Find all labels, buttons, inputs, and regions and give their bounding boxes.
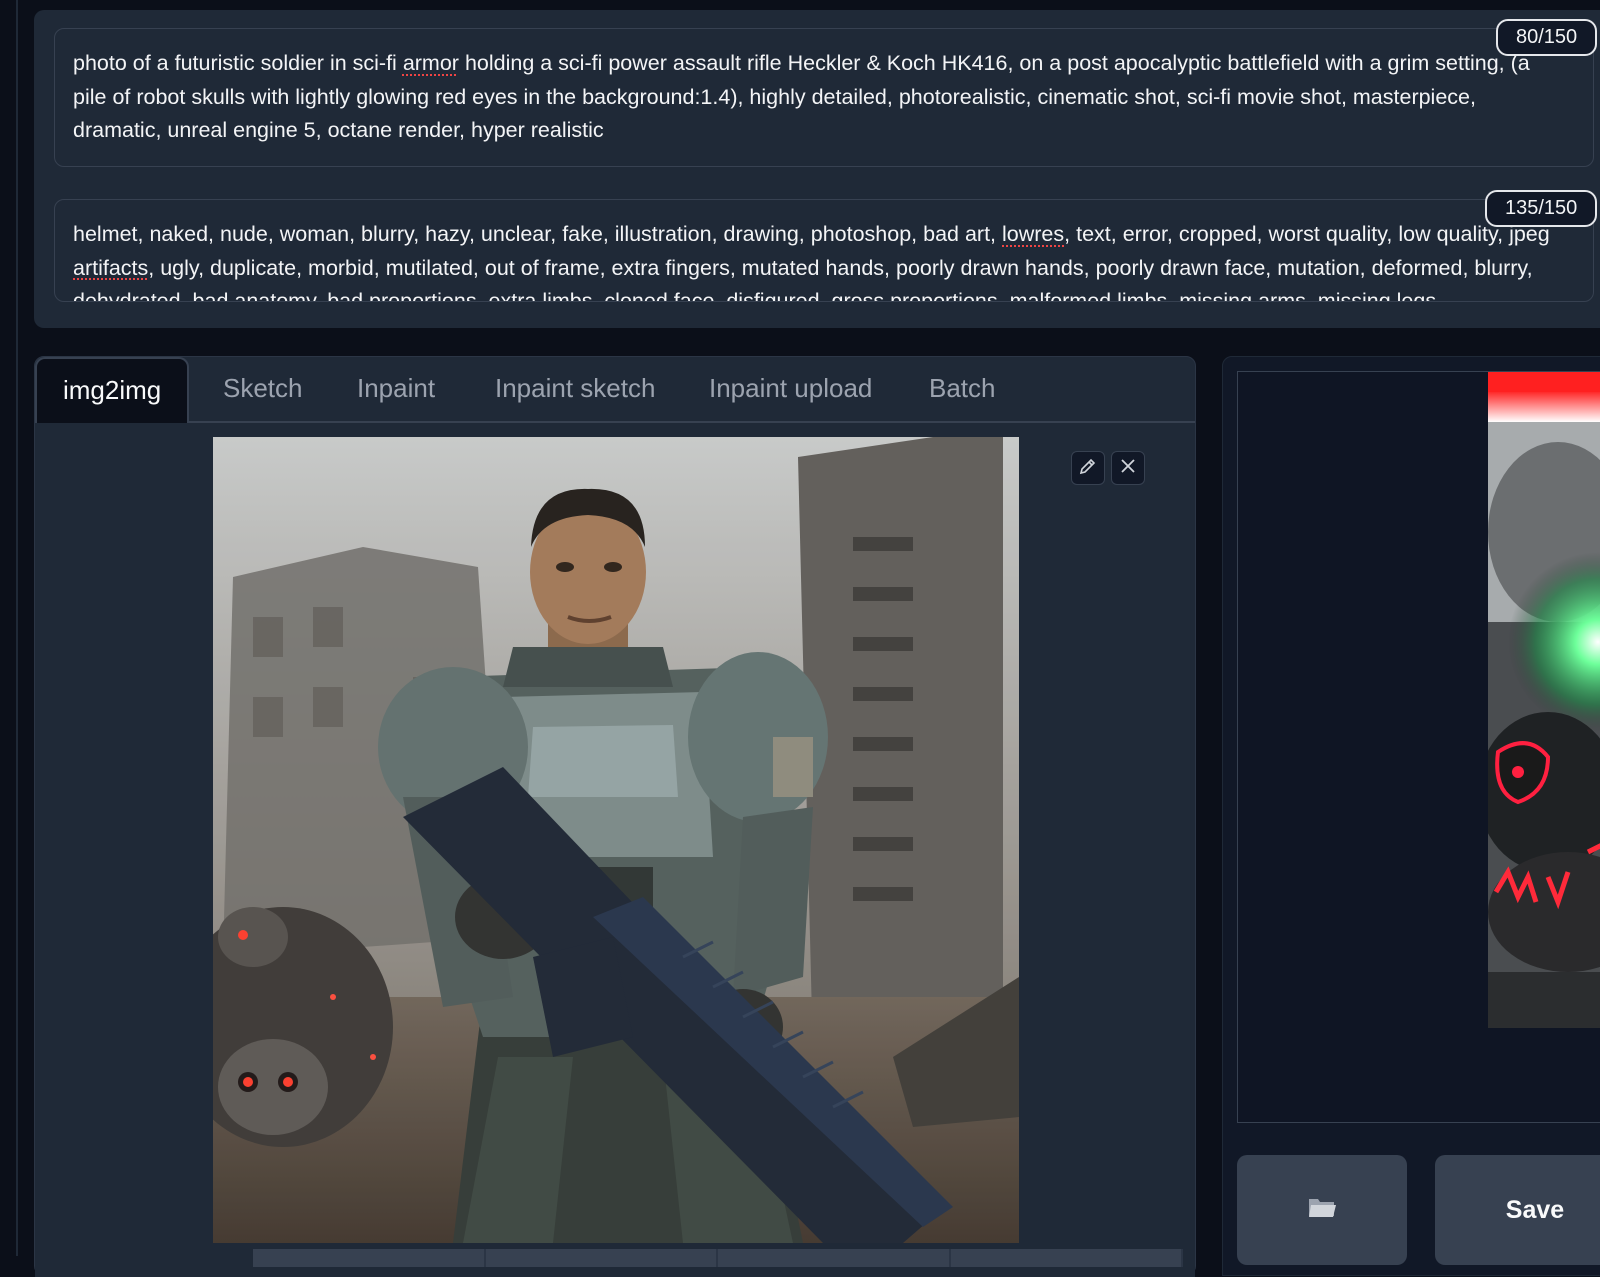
scroll-segment <box>951 1249 1183 1267</box>
scroll-segment <box>253 1249 486 1267</box>
output-gallery <box>1237 371 1600 1123</box>
prompt-text-part: , ugly, duplicate, morbid, mutilated, ou… <box>73 255 1533 302</box>
image-canvas-area <box>35 423 1195 1277</box>
output-image-thumbnail[interactable] <box>1488 372 1600 1028</box>
prompt-panel: photo of a futuristic soldier in sci-fi … <box>34 10 1600 328</box>
edit-image-button[interactable] <box>1071 451 1105 485</box>
clear-image-button[interactable] <box>1111 451 1145 485</box>
negative-prompt-textarea[interactable]: helmet, naked, nude, woman, blurry, hazy… <box>54 199 1594 302</box>
negative-token-counter: 135/150 <box>1485 190 1598 227</box>
soldier-artwork-image <box>213 437 1019 1243</box>
mode-tabs: img2img Sketch Inpaint Inpaint sketch In… <box>35 357 1195 425</box>
scroll-segment <box>486 1249 718 1267</box>
folder-icon <box>1307 1194 1337 1227</box>
positive-prompt-textarea[interactable]: photo of a futuristic soldier in sci-fi … <box>54 28 1594 167</box>
robot-skulls-output-image <box>1488 372 1600 1028</box>
tab-batch[interactable]: Batch <box>903 357 1022 423</box>
positive-token-counter: 80/150 <box>1496 19 1598 56</box>
save-button[interactable]: Save <box>1435 1155 1600 1265</box>
tab-sketch[interactable]: Sketch <box>197 357 329 423</box>
input-image[interactable] <box>213 437 1019 1243</box>
prompt-text-part: helmet, naked, nude, woman, blurry, hazy… <box>73 222 1003 246</box>
left-edge-strip <box>0 0 18 1256</box>
image-scrollbar[interactable] <box>253 1249 1183 1267</box>
tab-inpaint-sketch[interactable]: Inpaint sketch <box>469 357 681 423</box>
pencil-icon <box>1078 456 1098 481</box>
img2img-input-panel: img2img Sketch Inpaint Inpaint sketch In… <box>34 356 1196 1277</box>
scroll-segment <box>718 1249 951 1267</box>
spellcheck-word: artifacts <box>73 255 149 280</box>
positive-prompt-text: photo of a futuristic soldier in sci-fi … <box>55 29 1565 148</box>
tab-img2img[interactable]: img2img <box>35 357 190 425</box>
negative-prompt-text: helmet, naked, nude, woman, blurry, hazy… <box>55 200 1565 302</box>
output-panel: Save <box>1222 356 1600 1276</box>
spellcheck-word: lowres <box>1002 222 1065 246</box>
tab-inpaint[interactable]: Inpaint <box>331 357 461 423</box>
open-folder-button[interactable] <box>1237 1155 1407 1265</box>
prompt-text-part: photo of a futuristic soldier in sci-fi <box>73 51 403 75</box>
close-icon <box>1119 457 1137 480</box>
spellcheck-word: armor <box>402 51 459 75</box>
tab-inpaint-upload[interactable]: Inpaint upload <box>683 357 898 423</box>
prompt-text-part: , text, error, cropped, worst quality, l… <box>1064 222 1550 246</box>
